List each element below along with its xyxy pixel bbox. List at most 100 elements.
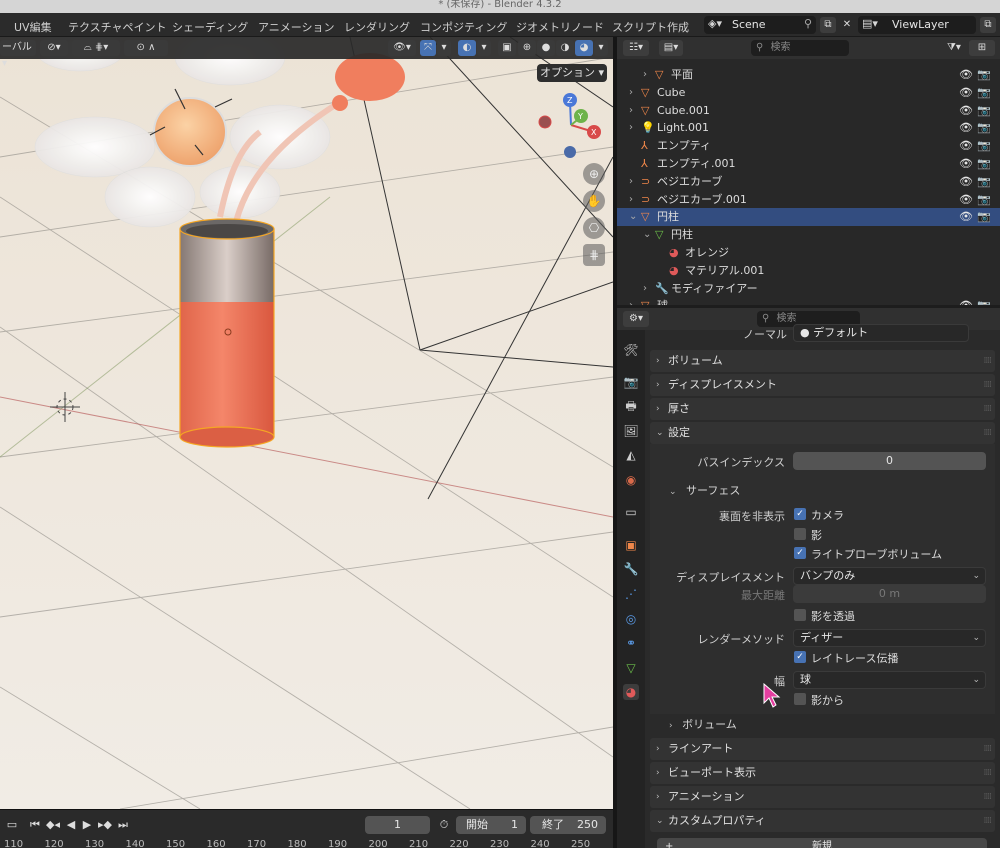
frame-ruler[interactable]: 110 120 130 140 150 160 170 180 190 200 210 220 230 2…	[0, 810, 613, 848]
max-distance-field[interactable]: 0 m	[793, 585, 986, 603]
panel-volume-top[interactable]: › ボリューム ⁞⁞⁞⁞	[650, 350, 995, 372]
pivot-point-dropdown[interactable]: ⊘▾	[40, 40, 68, 56]
scene-selector[interactable]: ◈▾ Scene ⚲	[704, 16, 816, 34]
ortho-grid-icon[interactable]: ⋕	[583, 244, 605, 266]
outliner-row[interactable]: › ▽ 平面 👁 📷	[617, 66, 1000, 84]
outliner-row[interactable]: ⌄ ▽ 円柱 👁 📷	[617, 208, 1000, 227]
tab-animation[interactable]: アニメーション	[258, 19, 335, 35]
visibility-eye-icon[interactable]: 👁	[959, 119, 973, 137]
panel-settings[interactable]: ⌄ 設定 ⁞⁞⁞⁞	[650, 422, 995, 444]
visibility-eye-icon[interactable]: 👁	[959, 297, 973, 305]
visibility-eye-icon[interactable]: 👁	[959, 155, 973, 173]
outliner-row[interactable]: ⅄ エンプティ 👁 📷	[617, 137, 1000, 155]
world-tab-icon[interactable]: ◉	[623, 472, 639, 488]
transform-orientation-dropdown[interactable]: ーバル ▾	[0, 40, 36, 69]
outliner-row[interactable]: › ▽ Cube 👁 📷	[617, 84, 1000, 102]
outliner-search-input[interactable]: ⚲ 検索	[751, 40, 849, 56]
panel-animation[interactable]: › アニメーション ⁞⁞⁞⁞	[650, 786, 995, 808]
expand-arrow-icon[interactable]: ›	[629, 173, 633, 191]
render-tab-icon[interactable]: 📷	[623, 374, 639, 390]
wireframe-shading-button[interactable]: ⊕	[518, 40, 536, 56]
remove-scene-icon[interactable]: ✕	[839, 17, 855, 33]
pan-hand-icon[interactable]: ✋	[583, 190, 605, 212]
rendered-shading-button[interactable]: ◕	[575, 40, 593, 56]
normal-dropdown[interactable]: ● デフォルト	[793, 324, 969, 342]
tab-texture-paint[interactable]: テクスチャペイント	[68, 19, 167, 35]
properties-editor-type-icon[interactable]: ⚙▾	[623, 311, 649, 327]
outliner-row[interactable]: ◕ マテリアル.001	[617, 262, 1000, 280]
from-shadow-checkbox[interactable]	[794, 693, 806, 705]
filter-icon[interactable]: ⧩▾	[943, 40, 965, 56]
outliner-row[interactable]: › ▽ Cube.001 👁 📷	[617, 102, 1000, 120]
output-tab-icon[interactable]: 🖶	[623, 398, 639, 414]
outliner-row[interactable]: › ⊃ ベジエカーブ 👁 📷	[617, 173, 1000, 191]
visibility-dropdown[interactable]: 👁▾	[388, 40, 416, 56]
gizmo-dropdown[interactable]: ▾	[437, 40, 451, 56]
tab-geometry-nodes[interactable]: ジオメトリノード	[516, 19, 604, 35]
outliner-row[interactable]: ◕ オレンジ	[617, 244, 1000, 262]
visibility-eye-icon[interactable]: 👁	[959, 137, 973, 155]
render-camera-icon[interactable]: 📷	[977, 137, 991, 155]
outliner-row[interactable]: › ⊃ ベジエカーブ.001 👁 📷	[617, 191, 1000, 209]
modifier-tab-icon[interactable]: 🔧	[623, 561, 639, 577]
expand-arrow-icon[interactable]: ›	[629, 102, 633, 120]
new-property-button[interactable]: + 新規	[657, 838, 987, 848]
render-camera-icon[interactable]: 📷	[977, 119, 991, 137]
panel-displacement[interactable]: › ディスプレイスメント ⁞⁞⁞⁞	[650, 374, 995, 396]
panel-thickness[interactable]: › 厚さ ⁞⁞⁞⁞	[650, 398, 995, 420]
pin-icon[interactable]: ⚲	[804, 17, 812, 30]
outliner-row[interactable]: ⌄ ▽ 円柱	[617, 226, 1000, 244]
snap-toggle[interactable]: ⌓ ⋕▾	[72, 40, 120, 56]
camera-checkbox[interactable]: ✓	[794, 508, 806, 520]
overlay-dropdown[interactable]: ▾	[477, 40, 491, 56]
tab-rendering[interactable]: レンダリング	[344, 19, 410, 35]
view-layer-tab-icon[interactable]: 🖼	[623, 423, 639, 439]
zoom-icon[interactable]: ⊕	[583, 163, 605, 185]
editor-type-icon[interactable]: ☷▾	[623, 40, 649, 56]
navigation-gizmo[interactable]: Z X Y	[537, 92, 607, 162]
render-camera-icon[interactable]: 📷	[977, 173, 991, 191]
subpanel-surface[interactable]: ⌄ サーフェス	[669, 482, 819, 500]
subpanel-volume[interactable]: › ボリューム	[669, 716, 819, 734]
tab-shading[interactable]: シェーディング	[172, 19, 248, 35]
new-scene-icon[interactable]: ⧉	[820, 17, 836, 33]
panel-custom-properties[interactable]: ⌄ カスタムプロパティ ⁞⁞⁞⁞	[650, 810, 995, 832]
pass-index-field[interactable]: 0	[793, 452, 986, 470]
new-viewlayer-icon[interactable]: ⧉	[980, 17, 996, 33]
panel-viewport-display[interactable]: › ビューポート表示 ⁞⁞⁞⁞	[650, 762, 995, 784]
outliner-row[interactable]: › 💡 Light.001 👁 📷	[617, 119, 1000, 137]
render-method-dropdown[interactable]: ディザー ⌄	[793, 629, 986, 647]
overlay-toggle[interactable]: ◐	[458, 40, 476, 56]
thickness-mode-dropdown[interactable]: 球 ⌄	[793, 671, 986, 689]
constraints-tab-icon[interactable]: ⚭	[623, 635, 639, 651]
render-camera-icon[interactable]: 📷	[977, 208, 991, 226]
visibility-eye-icon[interactable]: 👁	[959, 66, 973, 84]
outliner-row[interactable]: ⅄ エンプティ.001 👁 📷	[617, 155, 1000, 173]
shadow-checkbox[interactable]	[794, 528, 806, 540]
physics-tab-icon[interactable]: ◎	[623, 611, 639, 627]
collapse-arrow-icon[interactable]: ⌄	[643, 226, 651, 244]
visibility-eye-icon[interactable]: 👁	[959, 84, 973, 102]
render-camera-icon[interactable]: 📷	[977, 102, 991, 120]
tool-tab-icon[interactable]: 🛠	[623, 342, 639, 358]
outliner-row[interactable]: › ▽ 球 👁 📷	[617, 297, 1000, 305]
expand-arrow-icon[interactable]: ›	[629, 191, 633, 209]
material-shading-button[interactable]: ◑	[556, 40, 574, 56]
display-mode-icon[interactable]: ▤▾	[659, 40, 683, 56]
object-tab-icon[interactable]: ▣	[623, 537, 639, 553]
render-camera-icon[interactable]: 📷	[977, 191, 991, 209]
solid-shading-button[interactable]: ●	[537, 40, 555, 56]
xray-toggle[interactable]: ▣	[498, 40, 516, 56]
viewlayer-selector[interactable]: ▤▾ ViewLayer	[858, 16, 976, 34]
gizmo-toggle[interactable]: ⤧	[420, 40, 436, 56]
data-tab-icon[interactable]: ▽	[623, 660, 639, 676]
collapse-arrow-icon[interactable]: ⌄	[629, 208, 637, 226]
visibility-eye-icon[interactable]: 👁	[959, 208, 973, 226]
tab-uv-editing[interactable]: UV編集	[14, 19, 52, 35]
render-camera-icon[interactable]: 📷	[977, 66, 991, 84]
render-camera-icon[interactable]: 📷	[977, 297, 991, 305]
panel-lineart[interactable]: › ラインアート ⁞⁞⁞⁞	[650, 738, 995, 760]
material-tab-icon[interactable]: ◕	[623, 684, 639, 700]
displacement-method-dropdown[interactable]: バンプのみ ⌄	[793, 567, 986, 585]
visibility-eye-icon[interactable]: 👁	[959, 191, 973, 209]
